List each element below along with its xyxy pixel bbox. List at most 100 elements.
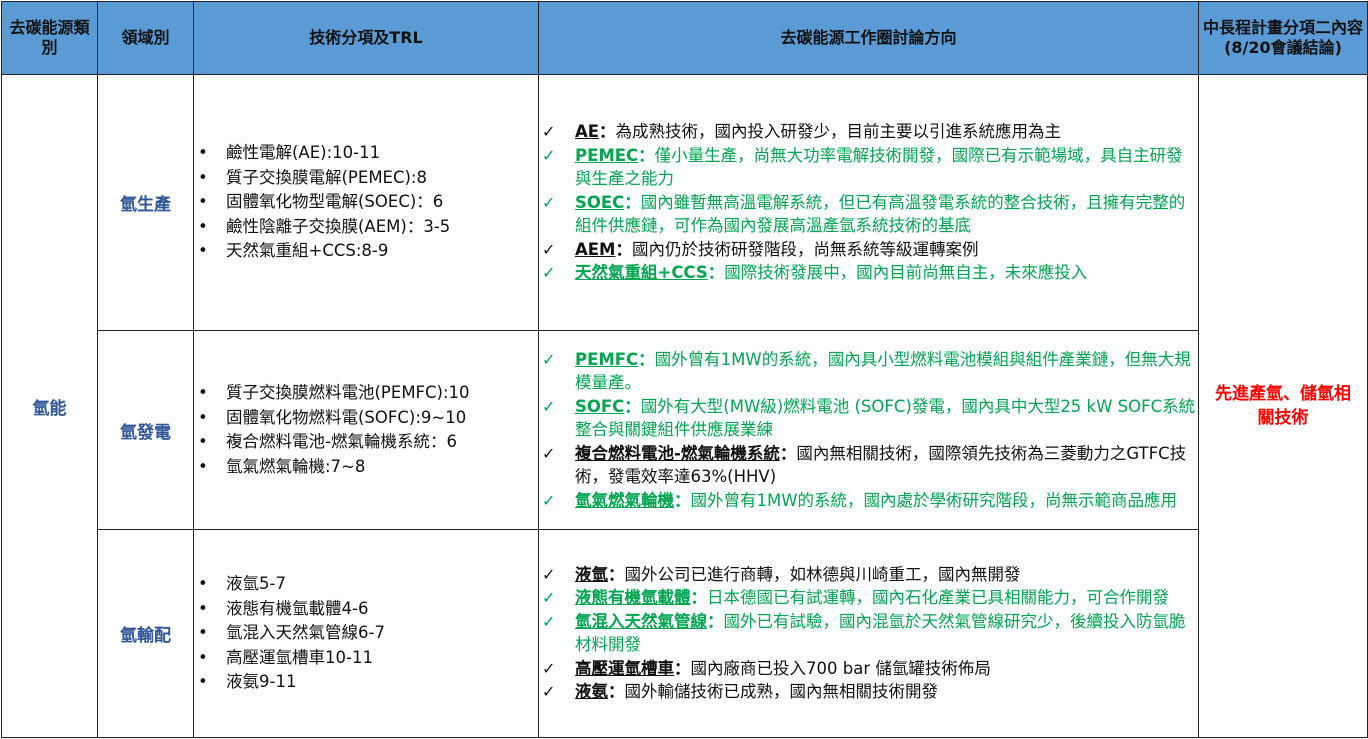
tech-item: 鹼性陰離子交換膜(AEM)：3-5 — [198, 215, 538, 240]
discussion-cell: ✓ AE：為成熟技術，國內投入研發少，目前主要以引進系統應用為主 ✓ PEMEC：僅小… — [538, 73, 1199, 332]
discussion-term: 氫氣燃氣輪機 — [575, 490, 674, 510]
discussion-term: SOEC — [575, 192, 625, 212]
hydrogen-tech-table: 去碳能源類別 領域別 技術分項及TRL 去碳能源工作圈討論方向 中長程計畫分項二… — [1, 1, 1368, 739]
discussion-term: AEM — [575, 239, 616, 259]
discussion-item: ✓ SOFC：國外有大型(MW級)燃料電池 (SOFC)發電，國內具中大型25 k… — [541, 395, 1196, 442]
discussion-text: 國外曾有1MW的系統，國內處於學術研究階段，尚無示範商品應用 — [690, 490, 1178, 510]
discussion-item: ✓ 天然氣重組+CCS：國際技術發展中，國內目前尚無自主，未來應投入 — [541, 261, 1196, 285]
discussion-separator: ： — [779, 443, 797, 463]
discussion-item: ✓ PEMEC：僅小量生產，尚無大功率電解技術開發，國際已有示範場域，具自主研發與… — [541, 144, 1196, 191]
discussion-term: SOFC — [575, 396, 625, 416]
category-cell: 氫能 — [1, 74, 98, 738]
header-energy-category: 去碳能源類別 — [1, 1, 98, 75]
checkmark-icon: ✓ — [542, 564, 556, 584]
tech-list: 液氫5-7液態有機氫載體4-6氫混入天然氣管線6-7高壓運氫槽車10-11液氨9… — [194, 572, 538, 695]
tech-item: 複合燃料電池-燃氣輪機系統：6 — [198, 430, 538, 455]
discussion-item: ✓ 液氨：國外輸儲技術已成熟，國內無相關技術開發 — [541, 680, 1196, 704]
domain-cell: 氫發電 — [97, 330, 194, 530]
discussion-term: AE — [575, 122, 600, 142]
checkmark-icon: ✓ — [542, 490, 556, 510]
header-conclusion: 中長程計畫分項二內容(8/20會議結論) — [1198, 1, 1368, 75]
discussion-text: 國外有大型(MW級)燃料電池 (SOFC)發電，國內具中大型25 kW SOFC… — [575, 396, 1196, 440]
checkmark-icon: ✓ — [542, 122, 556, 142]
discussion-text: 國外曾有1MW的系統，國內具小型燃料電池模組與組件產業鏈，但無大規模量產。 — [575, 349, 1191, 393]
discussion-text: 國外輸儲技術已成熟，國內無相關技術開發 — [624, 682, 939, 702]
discussion-list: ✓ PEMFC：國外曾有1MW的系統，國內具小型燃料電池模組與組件產業鏈，但無大規… — [539, 348, 1198, 513]
discussion-term: 高壓運氫槽車 — [575, 658, 674, 678]
discussion-separator: ： — [624, 192, 641, 212]
checkmark-icon: ✓ — [542, 192, 556, 212]
tech-item: 高壓運氫槽車10-11 — [198, 646, 538, 671]
checkmark-icon: ✓ — [542, 145, 556, 165]
discussion-text: 國內廠商已投入700 bar 儲氫罐技術佈局 — [690, 658, 991, 678]
tech-item: 質子交換膜燃料電池(PEMFC):10 — [198, 381, 538, 406]
table-row: 氫發電 質子交換膜燃料電池(PEMFC):10固體氧化物燃料電(SOFC):9~… — [2, 330, 1368, 530]
discussion-term: 天然氣重組+CCS — [575, 263, 708, 283]
table-row: 氫能 氫生產 鹼性電解(AE):10-11質子交換膜電解(PEMEC):8固體氧… — [1, 73, 1368, 738]
discussion-item: ✓ 液氫：國外公司已進行商轉，如林德與川崎重工，國內無開發 — [541, 563, 1196, 587]
tech-item: 固體氧化物型電解(SOEC)：6 — [198, 190, 538, 215]
tech-item: 氫混入天然氣管線6-7 — [198, 621, 538, 646]
discussion-term: 氫混入天然氣管線 — [575, 611, 707, 631]
checkmark-icon: ✓ — [542, 396, 556, 416]
discussion-item: ✓ 氫混入天然氣管線：國外已有試驗，國內混氫於天然氣管線研究少，後續投入防氫脆材料… — [541, 610, 1196, 657]
discussion-text: 國外公司已進行商轉，如林德與川崎重工，國內無開發 — [624, 564, 1021, 584]
discussion-separator: ： — [638, 349, 655, 369]
checkmark-icon: ✓ — [542, 611, 556, 631]
discussion-cell: ✓ 液氫：國外公司已進行商轉，如林德與川崎重工，國內無開發 ✓ 液態有機氫載體：日本德… — [538, 528, 1199, 739]
header-domain: 領域別 — [97, 1, 194, 75]
discussion-text: 國際技術發展中，國內目前尚無自主，未來應投入 — [724, 263, 1088, 283]
discussion-text: 日本德國已有試運轉，國內石化產業已具相關能力，可合作開發 — [707, 588, 1169, 608]
header-row: 去碳能源類別 領域別 技術分項及TRL 去碳能源工作圈討論方向 中長程計畫分項二… — [1, 1, 1368, 75]
discussion-text: 為成熟技術，國內投入研發少，目前主要以引進系統應用為主 — [615, 122, 1062, 142]
discussion-term: PEMFC — [575, 349, 639, 369]
discussion-item: ✓ 氫氣燃氣輪機：國外曾有1MW的系統，國內處於學術研究階段，尚無示範商品應用 — [541, 489, 1196, 513]
tech-item: 鹼性電解(AE):10-11 — [198, 141, 538, 166]
discussion-separator: ： — [615, 239, 632, 259]
domain-cell: 氫生產 — [97, 73, 194, 332]
checkmark-icon: ✓ — [542, 682, 556, 702]
tech-item: 天然氣重組+CCS:8-9 — [198, 239, 538, 264]
tech-item: 質子交換膜電解(PEMEC):8 — [198, 166, 538, 191]
tech-list: 質子交換膜燃料電池(PEMFC):10固體氧化物燃料電(SOFC):9~10複合… — [194, 381, 538, 479]
discussion-item: ✓ 複合燃料電池-燃氣輪機系統：國內無相關技術，國際領先技術為三菱動力之GTFC技… — [541, 442, 1196, 489]
discussion-term: 液氫 — [575, 564, 608, 584]
discussion-cell: ✓ PEMFC：國外曾有1MW的系統，國內具小型燃料電池模組與組件產業鏈，但無大規… — [538, 330, 1199, 530]
discussion-term: 複合燃料電池-燃氣輪機系統 — [575, 443, 780, 463]
discussion-term: 液氨 — [575, 682, 608, 702]
discussion-separator: ： — [608, 682, 625, 702]
tech-item: 液態有機氫載體4-6 — [198, 597, 538, 622]
checkmark-icon: ✓ — [542, 239, 556, 259]
discussion-item: ✓ AEM：國內仍於技術研發階段，尚無系統等級運轉案例 — [541, 238, 1196, 262]
discussion-item: ✓ AE：為成熟技術，國內投入研發少，目前主要以引進系統應用為主 — [541, 120, 1196, 144]
discussion-separator: ： — [599, 122, 616, 142]
checkmark-icon: ✓ — [542, 658, 556, 678]
checkmark-icon: ✓ — [542, 588, 556, 608]
discussion-separator: ： — [674, 658, 691, 678]
discussion-separator: ： — [608, 564, 625, 584]
discussion-term: 液態有機氫載體 — [575, 588, 691, 608]
discussion-list: ✓ 液氫：國外公司已進行商轉，如林德與川崎重工，國內無開發 ✓ 液態有機氫載體：日本德… — [539, 563, 1198, 704]
header-discussion: 去碳能源工作圈討論方向 — [538, 1, 1199, 75]
discussion-list: ✓ AE：為成熟技術，國內投入研發少，目前主要以引進系統應用為主 ✓ PEMEC：僅小… — [539, 120, 1198, 285]
header-tech-trl: 技術分項及TRL — [193, 1, 539, 75]
tech-cell: 鹼性電解(AE):10-11質子交換膜電解(PEMEC):8固體氧化物型電解(S… — [193, 73, 539, 332]
discussion-item: ✓ 高壓運氫槽車：國內廠商已投入700 bar 儲氫罐技術佈局 — [541, 657, 1196, 681]
tech-item: 固體氧化物燃料電(SOFC):9~10 — [198, 406, 538, 431]
conclusion-text: 先進產氫、儲氫相關技術 — [1215, 384, 1351, 428]
discussion-item: ✓ SOEC：國內雖暫無高溫電解系統，但已有高溫發電系統的整合技術，且擁有完整的組… — [541, 191, 1196, 238]
tech-item: 氫氣燃氣輪機:7~8 — [198, 455, 538, 480]
tech-cell: 液氫5-7液態有機氫載體4-6氫混入天然氣管線6-7高壓運氫槽車10-11液氨9… — [193, 528, 539, 739]
discussion-item: ✓ 液態有機氫載體：日本德國已有試運轉，國內石化產業已具相關能力，可合作開發 — [541, 586, 1196, 610]
checkmark-icon: ✓ — [542, 443, 556, 463]
discussion-term: PEMEC — [575, 145, 639, 165]
tech-item: 液氫5-7 — [198, 572, 538, 597]
conclusion-cell: 先進產氫、儲氫相關技術 — [1198, 74, 1368, 738]
checkmark-icon: ✓ — [542, 263, 556, 283]
discussion-separator: ： — [707, 611, 724, 631]
discussion-text: 國內雖暫無高溫電解系統，但已有高溫發電系統的整合技術，且擁有完整的組件供應鏈，可… — [575, 192, 1186, 236]
discussion-separator: ： — [638, 145, 655, 165]
tech-item: 液氨9-11 — [198, 670, 538, 695]
discussion-separator: ： — [707, 263, 725, 283]
discussion-separator: ： — [690, 588, 708, 608]
